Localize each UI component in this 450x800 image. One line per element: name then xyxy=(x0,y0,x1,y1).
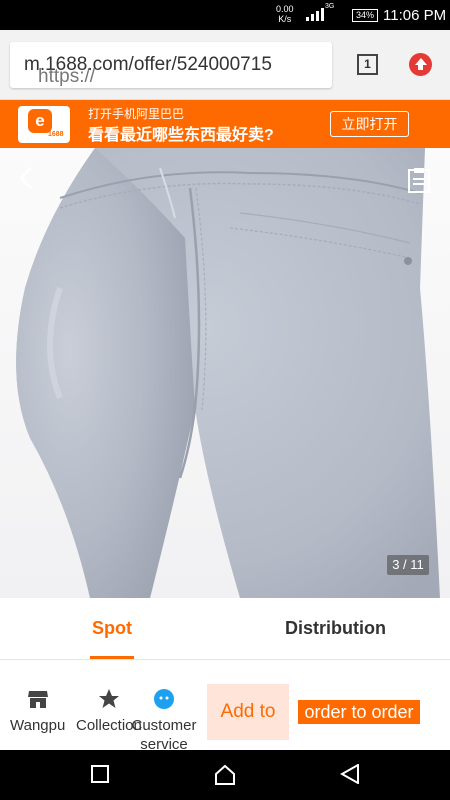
url-field[interactable]: https://m.1688.com/offer/524000715 xyxy=(10,42,332,88)
signal-icon xyxy=(306,8,324,21)
product-tabs: Spot Distribution xyxy=(0,598,450,660)
back-arrow-icon[interactable] xyxy=(16,166,38,190)
wangpu-button[interactable]: Wangpu xyxy=(10,688,65,735)
upload-icon[interactable] xyxy=(409,53,432,76)
open-app-button[interactable]: 立即打开 xyxy=(330,111,409,137)
active-tab-indicator xyxy=(90,656,134,659)
speed-value: 0.00 xyxy=(276,4,294,14)
customer-service-label: Customer service xyxy=(131,717,197,753)
home-icon[interactable] xyxy=(214,764,236,786)
order-button[interactable]: order to order xyxy=(298,700,420,724)
network-type: 3G xyxy=(325,3,335,10)
banner-title: 看看最近哪些东西最好卖? xyxy=(88,127,274,144)
speed-unit: K/s xyxy=(278,14,292,24)
tab-spot[interactable]: Spot xyxy=(92,618,132,639)
tab-switcher-button[interactable]: 1 xyxy=(357,54,378,75)
back-icon[interactable] xyxy=(340,764,360,784)
image-counter: 3 / 11 xyxy=(387,555,429,575)
add-to-button[interactable]: Add to xyxy=(207,684,289,740)
browser-toolbar: https://m.1688.com/offer/524000715 1 xyxy=(0,30,450,100)
system-nav-bar xyxy=(0,750,450,800)
network-speed: 0.00 K/s xyxy=(276,4,294,24)
battery-indicator: 34% xyxy=(352,9,378,22)
store-icon xyxy=(27,691,48,708)
clock: 11:06 PM xyxy=(383,7,447,24)
chat-bubble-icon xyxy=(154,689,174,709)
app-promo-banner[interactable]: e 1688 打开手机阿里巴巴 看看最近哪些东西最好卖? 立即打开 xyxy=(0,100,450,148)
customer-service-button[interactable]: Customer service xyxy=(131,688,197,754)
recent-apps-icon[interactable] xyxy=(90,764,110,784)
logo-text: 1688 xyxy=(48,131,64,138)
product-image[interactable]: 3 / 11 xyxy=(0,148,450,598)
banner-subtitle: 打开手机阿里巴巴 xyxy=(88,107,185,121)
url-scheme: https:// xyxy=(38,66,96,87)
tab-distribution[interactable]: Distribution xyxy=(285,618,386,639)
product-photo-jeans xyxy=(0,148,450,598)
star-icon xyxy=(98,689,119,708)
wangpu-label: Wangpu xyxy=(10,717,66,734)
app-logo: e 1688 xyxy=(18,106,70,143)
status-bar: 0.00 K/s 3G 34% 11:06 PM xyxy=(0,0,450,30)
clipboard-icon[interactable] xyxy=(407,167,431,193)
bottom-action-bar: Wangpu Collection Customer service Add t… xyxy=(0,674,450,753)
logo-mark-icon: e xyxy=(28,109,52,133)
